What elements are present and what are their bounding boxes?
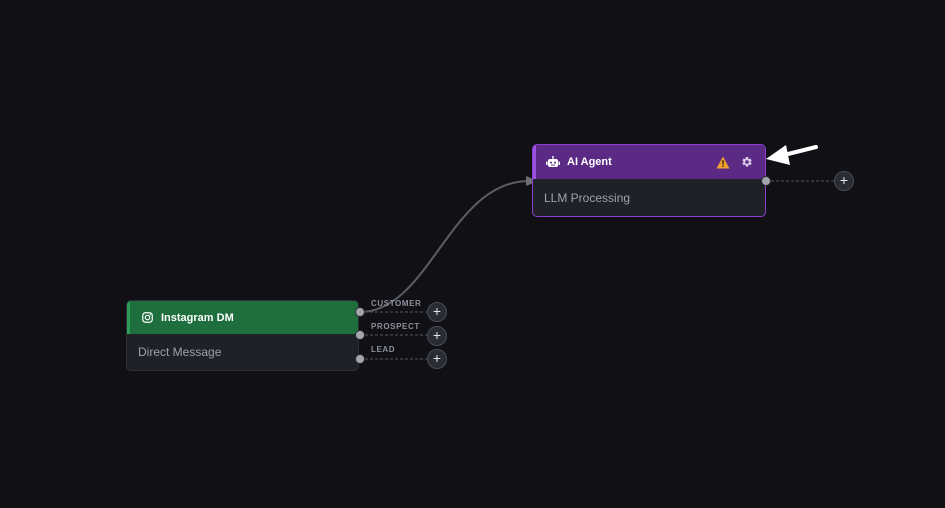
output-handle-prospect[interactable] [355, 330, 365, 340]
gear-icon[interactable] [739, 154, 755, 170]
add-node-button-ai-agent[interactable]: + [834, 171, 854, 191]
ai-agent-node[interactable]: AI Agent LLM Processing [532, 144, 766, 217]
output-handle-customer[interactable] [355, 307, 365, 317]
port-label-lead: LEAD [371, 345, 396, 354]
add-node-button-customer[interactable]: + [427, 302, 447, 322]
node-subtitle: Direct Message [138, 345, 222, 359]
add-node-button-lead[interactable]: + [427, 349, 447, 369]
instagram-dm-node-header[interactable]: Instagram DM [127, 301, 358, 334]
node-title: AI Agent [567, 156, 612, 168]
pointer-arrow-icon [766, 145, 818, 165]
node-subtitle: LLM Processing [544, 190, 631, 205]
add-node-button-prospect[interactable]: + [427, 326, 447, 346]
instagram-dm-node[interactable]: Instagram DM Direct Message [126, 300, 359, 371]
robot-icon [546, 155, 560, 169]
workflow-canvas[interactable]: Instagram DM Direct Message CUSTOMER PRO… [0, 0, 945, 508]
output-handle-ai-agent[interactable] [761, 176, 771, 186]
port-label-customer: CUSTOMER [371, 299, 422, 308]
edge-customer-to-ai-agent [359, 179, 531, 313]
warning-icon[interactable] [715, 154, 731, 170]
ai-agent-node-header[interactable]: AI Agent [533, 145, 765, 179]
node-title: Instagram DM [161, 311, 234, 324]
port-label-prospect: PROSPECT [371, 322, 420, 331]
instagram-icon [140, 311, 154, 325]
output-handle-lead[interactable] [355, 354, 365, 364]
edges-layer [359, 176, 834, 360]
